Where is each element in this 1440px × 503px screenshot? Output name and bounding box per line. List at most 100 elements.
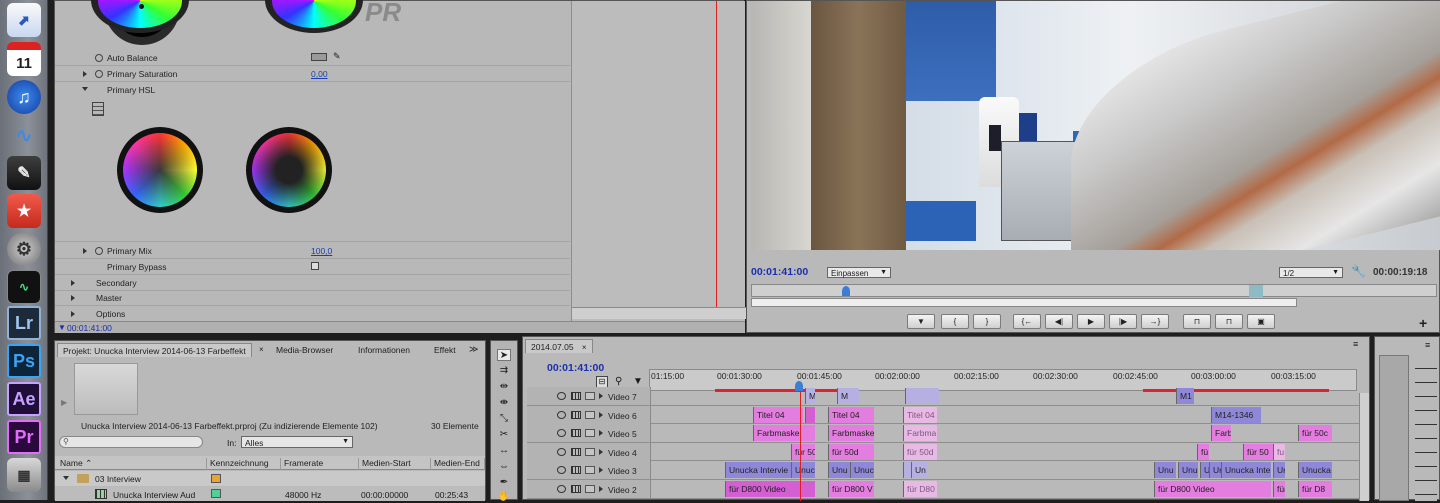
program-zoom-bar[interactable] bbox=[751, 298, 1297, 307]
program-timecode[interactable]: 00:01:41:00 bbox=[751, 266, 808, 278]
primary-saturation-value[interactable]: 0,00 bbox=[311, 69, 328, 79]
timeline-clip[interactable]: für D800 Video bbox=[1154, 481, 1271, 497]
timeline-clip[interactable]: M bbox=[805, 388, 815, 404]
eyedropper-icon[interactable]: ✎ bbox=[333, 51, 341, 62]
filter-icon[interactable]: ▼ bbox=[58, 323, 66, 332]
track-header[interactable]: Video 5 bbox=[527, 424, 651, 443]
timeline-clip[interactable]: Unu bbox=[1154, 462, 1176, 479]
ec-scrollbar[interactable] bbox=[572, 307, 746, 319]
timeline-clip[interactable]: für 50d bbox=[903, 443, 937, 460]
panel-menu-icon[interactable]: ≫ bbox=[469, 344, 478, 355]
expand-triangle-icon[interactable] bbox=[599, 467, 603, 474]
col-medien-end[interactable]: Medien-End bbox=[431, 458, 485, 470]
track-video-6[interactable]: Video 6 Titel 04 Titel 04 Titel 04 M14-1346 bbox=[527, 405, 1361, 425]
stopwatch-icon[interactable] bbox=[95, 54, 103, 62]
timeline-clip[interactable] bbox=[805, 406, 815, 423]
secondary-row[interactable]: Secondary bbox=[55, 275, 570, 291]
film-icon[interactable] bbox=[571, 466, 581, 475]
timeline-clip[interactable]: für D8 bbox=[1298, 481, 1332, 497]
stopwatch-icon[interactable] bbox=[95, 247, 103, 255]
timeline-clip[interactable] bbox=[905, 388, 939, 404]
slide-tool-icon[interactable]: ⇔ bbox=[497, 461, 511, 473]
expand-triangle-icon[interactable] bbox=[71, 311, 75, 317]
table-row[interactable]: 03 Interview bbox=[55, 471, 485, 486]
label-swatch[interactable] bbox=[211, 474, 221, 483]
preview-app-icon[interactable]: ⬈ bbox=[7, 3, 41, 37]
timeline-clip[interactable]: Unu bbox=[828, 462, 850, 479]
timeline-clip[interactable]: Unucka bbox=[1298, 462, 1332, 479]
slip-tool-icon[interactable]: ↔ bbox=[497, 445, 511, 457]
track-header[interactable]: Video 3 bbox=[527, 461, 651, 480]
track-video-2[interactable]: Video 2 für D800 Video für D800 V für D80 fü… bbox=[527, 480, 1361, 499]
resolution-dropdown[interactable]: 1/2 ▼ bbox=[1279, 267, 1343, 278]
track-header[interactable]: Video 6 bbox=[527, 405, 651, 424]
timeline-clip[interactable]: Unuc bbox=[850, 462, 874, 479]
timeline-clip[interactable]: für 50c bbox=[1298, 425, 1332, 442]
close-icon[interactable]: × bbox=[259, 345, 264, 354]
export-frame-button[interactable]: ▣ bbox=[1247, 314, 1275, 329]
track-video-5[interactable]: Video 5 Farbmaske Farbmaske Farbma Farb für 5… bbox=[527, 424, 1361, 443]
eye-icon[interactable] bbox=[557, 429, 566, 438]
after-effects-icon[interactable]: Ae bbox=[7, 382, 41, 416]
program-timeruler[interactable] bbox=[751, 284, 1437, 297]
film-icon[interactable] bbox=[571, 392, 581, 400]
mark-out-button[interactable]: } bbox=[973, 314, 1001, 329]
track-header[interactable]: Video 2 bbox=[527, 480, 651, 498]
tab-informationen[interactable]: Informationen bbox=[353, 343, 415, 357]
tab-media-browser[interactable]: Media-Browser bbox=[271, 343, 338, 357]
track-header[interactable]: Video 4 bbox=[527, 442, 651, 461]
expand-triangle-icon[interactable] bbox=[599, 393, 603, 399]
tab-project[interactable]: Projekt: Unucka Interview 2014-06-13 Far… bbox=[57, 343, 252, 357]
lock-icon[interactable] bbox=[585, 392, 595, 400]
timeline-clip[interactable]: Unuc bbox=[791, 462, 815, 479]
table-row[interactable]: Unucka Interview Aud 48000 Hz 00:00:0000… bbox=[55, 487, 485, 501]
track-video-4[interactable]: Video 4 für 50 für 50d für 50d fü für 50 fu bbox=[527, 442, 1361, 462]
go-to-in-button[interactable]: {← bbox=[1013, 314, 1041, 329]
timeline-clip[interactable]: Un bbox=[1273, 462, 1285, 479]
expand-triangle-icon[interactable] bbox=[599, 486, 603, 492]
ripple-edit-tool-icon[interactable]: ⇹ bbox=[497, 381, 511, 393]
options-row[interactable]: Options bbox=[55, 306, 570, 322]
timeline-clip[interactable]: Unucka Inte bbox=[1221, 462, 1271, 479]
timeline-clip[interactable]: Titel 04 bbox=[828, 406, 874, 423]
label-swatch[interactable] bbox=[211, 489, 221, 498]
effect-controls-timeline[interactable] bbox=[571, 1, 746, 321]
primary-bypass-checkbox[interactable] bbox=[311, 262, 319, 270]
pen-tool-icon[interactable]: ✒ bbox=[497, 477, 511, 489]
expand-triangle-icon[interactable] bbox=[71, 280, 75, 286]
timeline-clip[interactable]: für 50 bbox=[791, 443, 815, 460]
extract-button[interactable]: ⊓ bbox=[1215, 314, 1243, 329]
track-select-tool-icon[interactable]: ⇉ bbox=[497, 365, 511, 377]
timeline-clip[interactable]: für D800 Video bbox=[725, 481, 815, 497]
panel-menu-icon[interactable]: ≡ bbox=[1425, 340, 1430, 350]
timeline-clip[interactable]: Titel 04 bbox=[903, 406, 937, 423]
expand-triangle-icon[interactable] bbox=[83, 248, 87, 254]
expand-triangle-icon[interactable] bbox=[83, 71, 87, 77]
expand-triangle-icon[interactable] bbox=[599, 448, 603, 455]
timeline-clip[interactable]: für D800 V bbox=[828, 481, 874, 497]
timeline-clip[interactable]: für 50 bbox=[1243, 443, 1273, 460]
col-framerate[interactable]: Framerate bbox=[281, 458, 359, 470]
col-kennzeichnung[interactable]: Kennzeichnung bbox=[207, 458, 281, 470]
timeline-clip[interactable]: für D80 bbox=[903, 481, 937, 497]
timeline-clip[interactable]: Farbma bbox=[903, 425, 937, 442]
timeline-clip[interactable]: für 50d bbox=[828, 443, 874, 460]
lift-button[interactable]: ⊓ bbox=[1183, 314, 1211, 329]
hsl-wheel-left[interactable] bbox=[123, 133, 197, 207]
lock-icon[interactable] bbox=[585, 410, 595, 419]
track-video-3[interactable]: Video 3 Unucka Intervie Unuc Unu Unuc Un Unu Un… bbox=[527, 461, 1361, 480]
calendar-icon[interactable]: 11 bbox=[7, 42, 41, 76]
track-header[interactable]: Video 7 bbox=[527, 387, 651, 405]
collapse-triangle-icon[interactable] bbox=[63, 476, 69, 480]
expand-triangle-icon[interactable] bbox=[599, 411, 603, 418]
lock-icon[interactable] bbox=[585, 485, 595, 493]
selection-tool-icon[interactable]: ➤ bbox=[497, 349, 511, 361]
timeline-clip[interactable]: Farb bbox=[1211, 425, 1231, 442]
timeline-scrollbar[interactable] bbox=[1359, 393, 1369, 501]
collapse-triangle-icon[interactable] bbox=[82, 87, 88, 91]
step-back-button[interactable]: ◀| bbox=[1045, 314, 1073, 329]
add-marker-button[interactable]: ▼ bbox=[907, 314, 935, 329]
play-button[interactable]: ▶ bbox=[1077, 314, 1105, 329]
mark-in-button[interactable]: { bbox=[941, 314, 969, 329]
eye-icon[interactable] bbox=[557, 447, 566, 456]
